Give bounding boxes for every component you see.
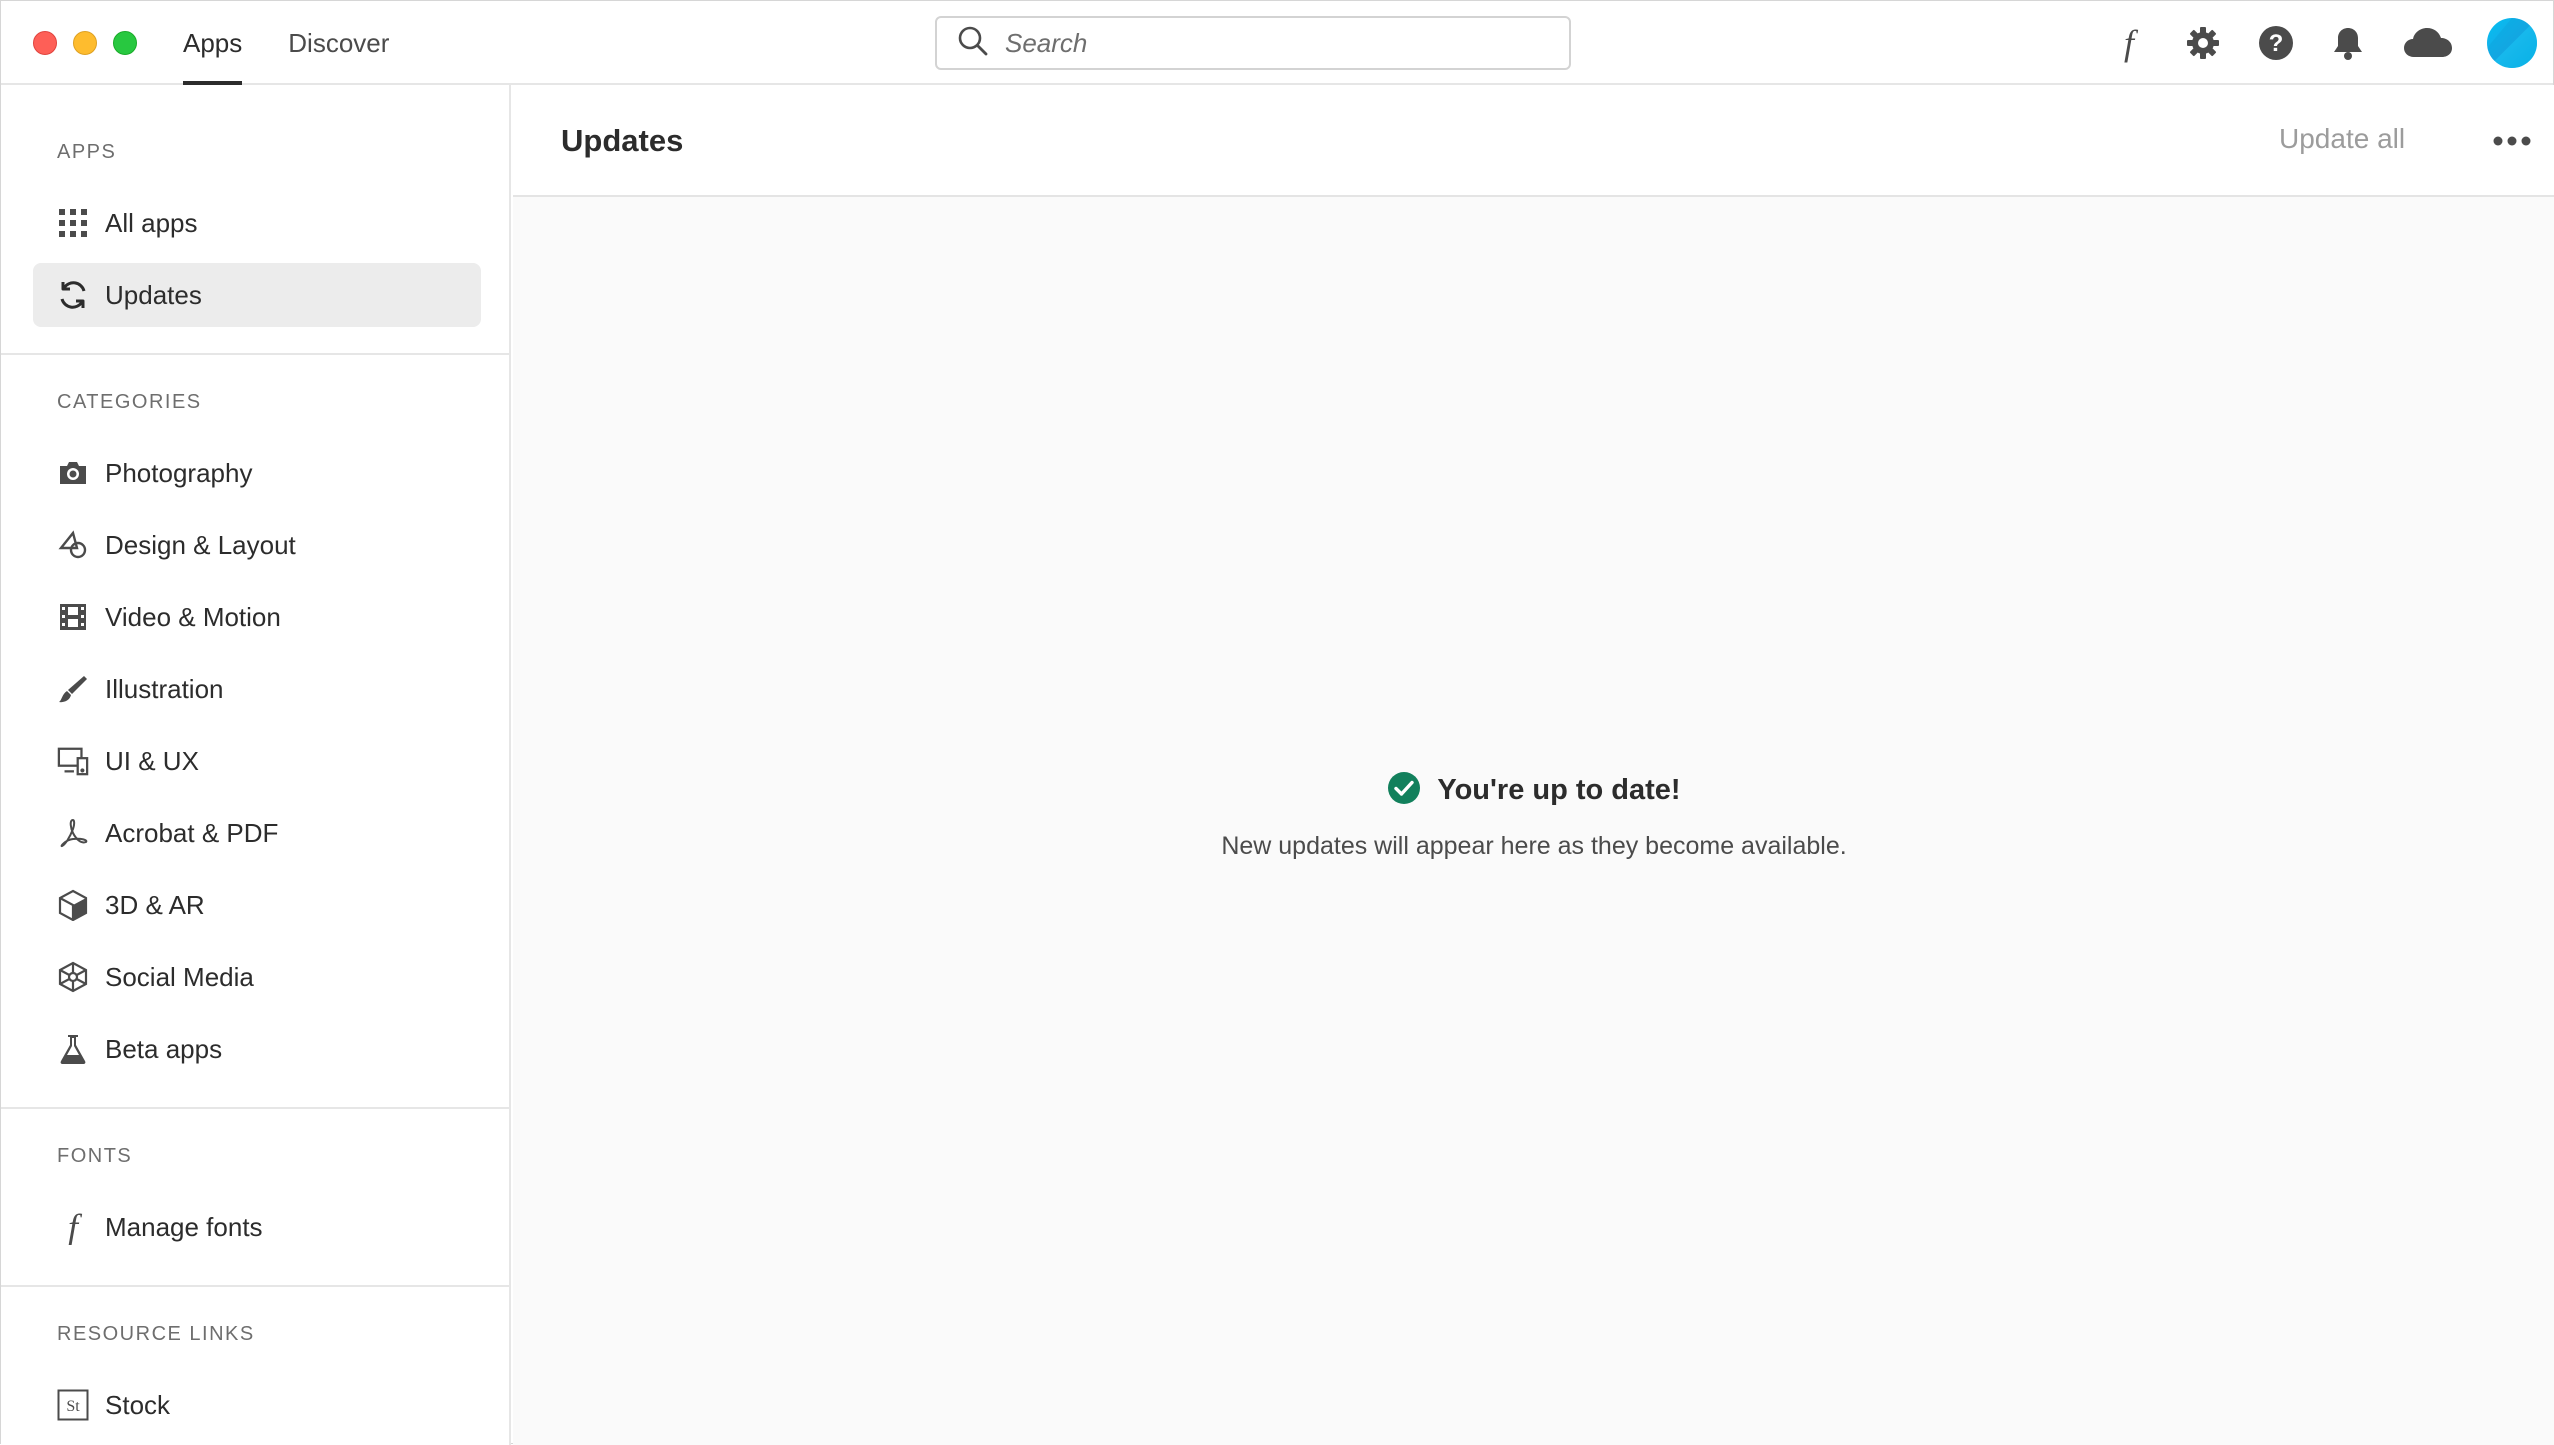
tab-discover[interactable]: Discover <box>288 1 389 85</box>
sidebar-item-label: Acrobat & PDF <box>105 817 279 848</box>
sidebar-item-label: All apps <box>105 207 198 238</box>
stock-icon: St <box>57 1389 89 1421</box>
fonts-icon: f <box>57 1209 89 1245</box>
main-content: Updates Update all You're up to date! Ne… <box>513 85 2554 1445</box>
status-title: You're up to date! <box>1437 774 1681 806</box>
sidebar-item-illustration[interactable]: Illustration <box>33 657 481 721</box>
sidebar: APPS All apps Updates CATEGORIES Photogr… <box>1 85 511 1445</box>
section-title-apps: APPS <box>57 141 117 163</box>
sidebar-item-label: Social Media <box>105 961 254 992</box>
help-icon[interactable]: ? <box>2254 21 2298 65</box>
update-all-button[interactable]: Update all <box>2279 123 2405 155</box>
search-icon <box>957 25 989 62</box>
fonts-icon[interactable]: f <box>2107 21 2151 65</box>
zoom-window-button[interactable] <box>113 31 137 55</box>
checkmark-icon <box>1387 771 1421 810</box>
film-icon <box>57 601 89 633</box>
sidebar-divider <box>1 1107 509 1109</box>
section-title-fonts: FONTS <box>57 1145 133 1167</box>
sidebar-item-video-motion[interactable]: Video & Motion <box>33 585 481 649</box>
search-input[interactable] <box>1005 27 1545 59</box>
refresh-icon <box>57 279 89 311</box>
sidebar-item-all-apps[interactable]: All apps <box>33 191 481 255</box>
sidebar-item-label: Manage fonts <box>105 1211 263 1242</box>
avatar[interactable] <box>2487 18 2537 68</box>
search-box[interactable] <box>935 16 1571 70</box>
flask-icon <box>57 1033 89 1065</box>
sidebar-item-design-layout[interactable]: Design & Layout <box>33 513 481 577</box>
svg-text:?: ? <box>2269 30 2284 57</box>
sidebar-item-label: UI & UX <box>105 745 199 776</box>
app-window: Apps Discover f <box>0 0 2554 1445</box>
page-title: Updates <box>561 123 684 158</box>
section-title-categories: CATEGORIES <box>57 391 202 413</box>
grid-icon <box>57 207 89 239</box>
brush-icon <box>57 673 89 705</box>
sidebar-item-manage-fonts[interactable]: f Manage fonts <box>33 1195 481 1259</box>
section-title-resource-links: RESOURCE LINKS <box>57 1323 255 1345</box>
status-panel: You're up to date! New updates will appe… <box>513 771 2554 861</box>
status-line: You're up to date! <box>1387 771 1681 810</box>
bell-icon[interactable] <box>2326 21 2370 65</box>
sidebar-item-beta-apps[interactable]: Beta apps <box>33 1017 481 1081</box>
top-tabs: Apps Discover <box>183 1 389 85</box>
sidebar-item-stock[interactable]: St Stock <box>33 1373 481 1437</box>
sidebar-divider <box>1 1285 509 1287</box>
gear-icon[interactable] <box>2181 21 2225 65</box>
minimize-window-button[interactable] <box>73 31 97 55</box>
tab-apps[interactable]: Apps <box>183 1 243 85</box>
sidebar-divider <box>1 353 509 355</box>
sidebar-item-acrobat-pdf[interactable]: Acrobat & PDF <box>33 801 481 865</box>
sidebar-item-label: Updates <box>105 279 202 310</box>
window-controls <box>33 31 137 55</box>
main-header: Updates Update all <box>513 85 2554 197</box>
status-subtitle: New updates will appear here as they bec… <box>1221 832 1847 860</box>
sidebar-item-updates[interactable]: Updates <box>33 263 481 327</box>
svg-text:f: f <box>2124 23 2139 63</box>
sidebar-item-label: Design & Layout <box>105 529 296 560</box>
top-bar: Apps Discover f <box>1 1 2553 85</box>
sidebar-item-ui-ux[interactable]: UI & UX <box>33 729 481 793</box>
shapes-icon <box>57 529 89 561</box>
sidebar-item-photography[interactable]: Photography <box>33 441 481 505</box>
cube-icon <box>57 889 89 921</box>
sidebar-item-label: Stock <box>105 1389 171 1420</box>
sidebar-item-label: Illustration <box>105 673 224 704</box>
devices-icon <box>57 745 89 777</box>
acrobat-icon <box>57 817 89 849</box>
sidebar-item-label: Beta apps <box>105 1033 223 1064</box>
svg-text:St: St <box>66 1398 80 1415</box>
sidebar-item-label: 3D & AR <box>105 889 205 920</box>
sidebar-item-label: Photography <box>105 457 253 488</box>
sidebar-item-social-media[interactable]: Social Media <box>33 945 481 1009</box>
sidebar-item-label: Video & Motion <box>105 601 281 632</box>
svg-text:f: f <box>68 1209 83 1245</box>
cloud-icon[interactable] <box>2401 21 2455 65</box>
more-options-icon[interactable] <box>2487 121 2537 161</box>
camera-icon <box>57 457 89 489</box>
close-window-button[interactable] <box>33 31 57 55</box>
social-icon <box>57 961 89 993</box>
sidebar-item-3d-ar[interactable]: 3D & AR <box>33 873 481 937</box>
